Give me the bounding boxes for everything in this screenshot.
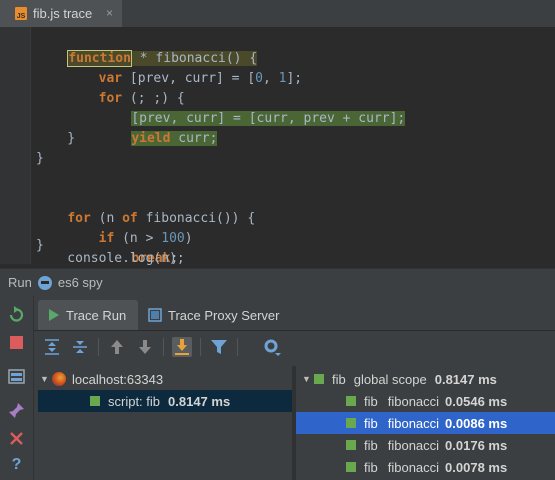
settings-gear-icon[interactable] xyxy=(262,337,282,357)
toolbar-separator xyxy=(163,338,164,356)
code-line-10: if (n > 100) xyxy=(36,209,193,246)
code-line-7: } xyxy=(36,151,44,166)
trace-tree[interactable]: ▼ localhost:63343 script: fib 0.8147 ms xyxy=(34,366,292,480)
call-tree[interactable]: ▼ fib global scope 0.8147 ms fib fibonac… xyxy=(296,366,555,480)
panel-toolbar xyxy=(34,332,555,362)
js-file-icon: JS xyxy=(15,7,27,20)
code-line-13: } xyxy=(36,238,44,253)
toolbar-separator xyxy=(200,338,201,356)
rerun-icon[interactable] xyxy=(8,306,25,323)
filter-icon[interactable] xyxy=(209,337,229,357)
tree-node-script[interactable]: script: fib 0.8147 ms xyxy=(90,390,230,412)
call-row[interactable]: fib fibonacci 0.0176 ms xyxy=(346,434,507,456)
call-name: fib xyxy=(364,393,378,409)
code-text: ]; xyxy=(286,71,303,86)
call-name: fib xyxy=(364,459,378,475)
code-text: ) xyxy=(184,231,193,246)
keyword-yield: yield xyxy=(131,131,171,146)
call-marker-icon xyxy=(346,462,356,472)
arrow-down-icon[interactable] xyxy=(135,337,155,357)
close-icon[interactable]: × xyxy=(106,6,113,20)
trace-panel: Trace Run Trace Proxy Server ▼ localhost… xyxy=(34,296,555,480)
layout-icon[interactable] xyxy=(8,368,25,385)
call-marker-icon xyxy=(346,440,356,450)
call-scope: fibonacci xyxy=(387,393,440,409)
close-icon[interactable] xyxy=(8,430,25,447)
host-label: localhost:63343 xyxy=(72,371,164,387)
help-icon[interactable]: ? xyxy=(8,456,25,473)
call-row[interactable]: fib fibonacci 0.0546 ms xyxy=(346,390,507,412)
run-tool-window-header: Run es6 spy xyxy=(0,268,555,296)
autoscroll-icon[interactable] xyxy=(172,337,192,357)
script-marker-icon xyxy=(90,396,100,406)
editor-tab-bar: JS fib.js trace × xyxy=(0,0,555,28)
pin-icon[interactable] xyxy=(8,402,25,419)
editor-gutter xyxy=(0,27,31,264)
call-time: 0.8147 ms xyxy=(434,371,497,387)
tab-trace-run[interactable]: Trace Run xyxy=(38,300,138,330)
editor-tab-fib-js[interactable]: JS fib.js trace × xyxy=(0,0,122,27)
call-scope: fibonacci xyxy=(387,415,440,431)
code-line-11: break; xyxy=(100,229,178,266)
expand-all-icon[interactable] xyxy=(42,337,62,357)
expand-triangle-icon[interactable]: ▼ xyxy=(40,374,52,384)
run-configuration-name: es6 spy xyxy=(57,275,103,290)
code-editor[interactable]: function * fibonacci() { var [prev, curr… xyxy=(0,27,555,266)
call-name: fib xyxy=(364,415,378,431)
server-icon xyxy=(148,308,162,322)
toolbar-separator xyxy=(237,338,238,356)
call-row-selected[interactable]: fib fibonacci 0.0086 ms xyxy=(346,412,507,434)
script-time: 0.8147 ms xyxy=(168,393,231,409)
call-scope: fibonacci xyxy=(387,437,440,453)
call-marker-icon xyxy=(346,396,356,406)
call-row[interactable]: ▼ fib global scope 0.8147 ms xyxy=(302,368,497,390)
tab-label: Trace Proxy Server xyxy=(168,307,280,323)
toolbar-separator xyxy=(98,338,99,356)
call-marker-icon xyxy=(314,374,324,384)
code-line-9: for (n of fibonacci()) { xyxy=(36,189,255,226)
code-line-3: for (; ;) { xyxy=(36,69,185,106)
code-line-5: yield curr; xyxy=(100,109,218,146)
run-tool-strip: ? xyxy=(0,296,34,480)
call-name: fib xyxy=(364,437,378,453)
expand-triangle-icon[interactable]: ▼ xyxy=(302,374,314,384)
call-scope: fibonacci xyxy=(387,459,440,475)
number-literal: 0 xyxy=(255,71,263,86)
script-label: script: fib xyxy=(108,393,161,409)
editor-tab-title: fib.js trace xyxy=(33,6,93,21)
call-time: 0.0176 ms xyxy=(445,437,508,453)
stop-icon[interactable] xyxy=(8,334,25,351)
tab-trace-proxy-server[interactable]: Trace Proxy Server xyxy=(140,300,290,330)
arrow-up-icon[interactable] xyxy=(107,337,127,357)
call-name: fib xyxy=(332,371,346,387)
call-time: 0.0078 ms xyxy=(445,459,508,475)
call-time: 0.0086 ms xyxy=(445,415,508,431)
code-text: , xyxy=(263,71,279,86)
code-line-1: function * fibonacci() { xyxy=(36,29,258,67)
tree-node-host[interactable]: ▼ localhost:63343 xyxy=(40,368,163,390)
collapse-all-icon[interactable] xyxy=(70,337,90,357)
run-label: Run xyxy=(8,275,32,290)
firefox-icon xyxy=(52,372,66,386)
code-line-6: } xyxy=(36,131,76,146)
call-marker-icon xyxy=(346,418,356,428)
panel-tab-bar: Trace Run Trace Proxy Server xyxy=(34,296,555,331)
call-time: 0.0546 ms xyxy=(445,393,508,409)
spy-icon xyxy=(37,275,52,290)
code-line-12: console.log(n); xyxy=(36,251,185,266)
code-line-2: var [prev, curr] = [0, 1]; xyxy=(36,49,303,86)
trace-run-icon xyxy=(49,309,59,321)
code-line-4: [prev, curr] = [curr, prev + curr]; xyxy=(100,89,406,126)
tab-label: Trace Run xyxy=(66,307,127,323)
code-text: curr; xyxy=(170,131,218,146)
call-row[interactable]: fib fibonacci 0.0078 ms xyxy=(346,456,507,478)
call-scope: global scope xyxy=(353,371,427,387)
